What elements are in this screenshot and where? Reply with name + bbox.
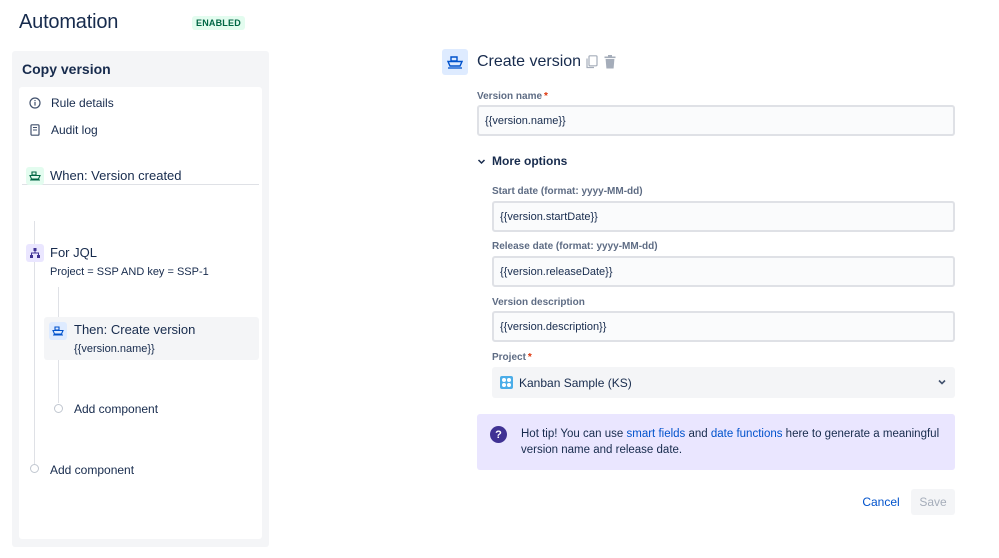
version-name-input[interactable] [477,105,955,136]
info-icon [29,97,41,109]
version-name-label: Version name * [477,91,548,102]
add-component-outer-button[interactable]: Add component [50,463,134,477]
audit-log-label: Audit log [51,123,98,137]
chevron-down-icon [937,374,947,392]
action-subtitle: {{version.name}} [74,343,155,355]
project-select[interactable]: Kanban Sample (KS) [492,367,955,398]
cancel-button[interactable]: Cancel [855,489,907,515]
chevron-down-icon [477,157,486,166]
divider [22,184,259,185]
start-date-label: Start date (format: yyyy-MM-dd) [492,186,643,197]
document-icon [29,124,41,136]
status-badge: ENABLED [192,16,245,30]
trigger-icon [26,167,44,185]
trash-icon[interactable] [603,55,617,69]
save-button[interactable]: Save [911,489,955,515]
more-options-toggle[interactable]: More options [477,154,567,168]
action-icon [49,322,67,340]
trigger-node[interactable]: When: Version created [50,168,182,183]
project-label: Project * [492,352,532,363]
rule-panel: Copy version Rule details Audit log When… [12,51,269,547]
add-component-inner-button[interactable]: Add component [74,402,158,416]
version-description-label: Version description [492,297,585,308]
question-icon: ? [490,426,507,443]
audit-log-link[interactable]: Audit log [29,120,98,140]
create-version-icon [442,49,468,75]
branch-node[interactable]: For JQL [50,245,97,260]
release-date-label: Release date (format: yyyy-MM-dd) [492,241,658,252]
version-description-input[interactable] [492,311,955,342]
release-date-input[interactable] [492,256,955,287]
project-select-value: Kanban Sample (KS) [519,375,632,390]
rule-name: Copy version [22,61,111,77]
add-component-outer-dot [30,464,39,473]
hot-tip-panel: ? Hot tip! You can use smart fields and … [477,414,955,470]
date-functions-link[interactable]: date functions [711,428,783,440]
add-component-dot [54,404,63,413]
smart-fields-link[interactable]: smart fields [627,428,686,440]
action-title: Then: Create version [74,322,196,337]
rule-details-label: Rule details [51,96,114,110]
project-avatar-icon [500,376,513,389]
branch-jql: Project = SSP AND key = SSP-1 [50,266,209,278]
rule-card: Rule details Audit log When: Version cre… [19,87,262,539]
start-date-input[interactable] [492,201,955,232]
rule-details-link[interactable]: Rule details [29,93,114,113]
form-title: Create version [477,53,582,70]
branch-icon [26,244,44,262]
hot-tip-text: Hot tip! You can use smart fields and da… [521,428,940,456]
copy-icon[interactable] [585,55,599,69]
page-title: Automation [19,11,119,33]
